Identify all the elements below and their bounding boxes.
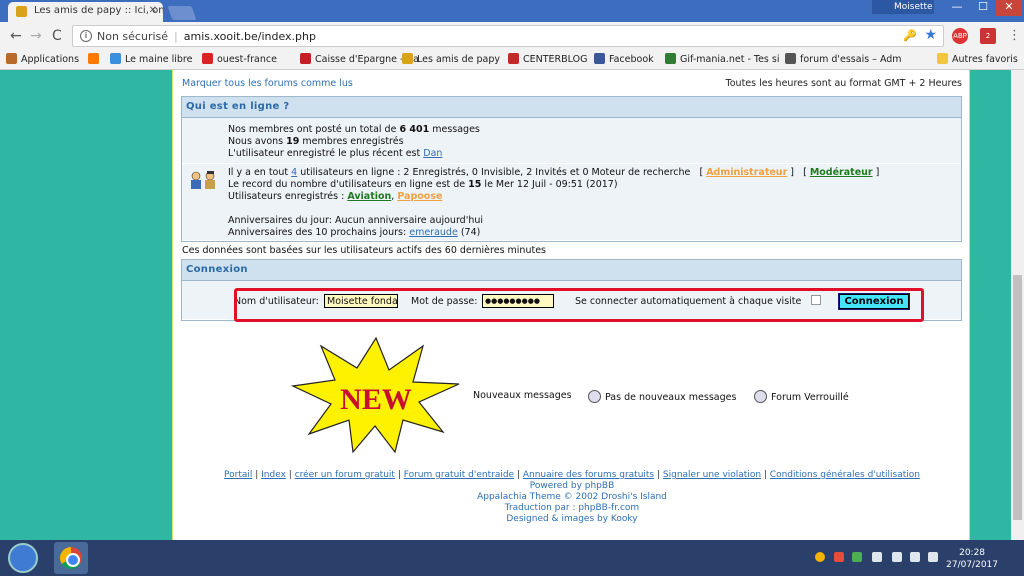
bookmark-item[interactable]: [88, 53, 103, 65]
taskbar-clock[interactable]: 20:28 27/07/2017: [946, 547, 998, 571]
folder-icon: [937, 53, 948, 64]
tray-flag-icon[interactable]: [892, 552, 902, 562]
bookmark-favicon-icon: [508, 53, 519, 64]
birthday-user-link[interactable]: emeraude: [409, 227, 458, 238]
scrollbar-thumb[interactable]: [1013, 275, 1022, 520]
other-bookmarks[interactable]: Autres favoris: [937, 53, 1018, 65]
url-bar[interactable]: i Non sécurisé | amis.xooit.be/index.php 🔑…: [72, 25, 944, 47]
info-icon[interactable]: i: [80, 30, 92, 42]
browser-titlebar: Les amis de papy :: Ici, on ✕ Moisette —…: [0, 0, 1024, 22]
bookmark-favicon-icon: [110, 53, 121, 64]
login-title: Connexion: [182, 260, 961, 281]
who-online-panel: Qui est en ligne ? Nos membres ont posté…: [181, 96, 962, 242]
bookmark-item[interactable]: Le maine libre: [110, 53, 192, 65]
bookmark-favicon-icon: [300, 53, 311, 64]
forum-page: Marquer tous les forums comme lus Toutes…: [172, 70, 970, 540]
legend-no-new: Pas de nouveaux messages: [588, 390, 736, 403]
footer: Portail | Index | créer un forum gratuit…: [173, 470, 971, 525]
start-button-icon[interactable]: [8, 543, 38, 573]
design-credit: Designed & images by Kooky: [506, 514, 638, 524]
legend-locked: Forum Verrouillé: [754, 390, 849, 403]
clock-date: 27/07/2017: [946, 560, 998, 570]
security-label: Non sécurisé: [97, 30, 169, 43]
footer-link[interactable]: Annuaire des forums gratuits: [523, 470, 654, 480]
bookmark-item[interactable]: ouest-france: [202, 53, 277, 65]
tray-windows-icon[interactable]: [872, 552, 882, 562]
footer-link[interactable]: Forum gratuit d'entraide: [404, 470, 514, 480]
tab-close-icon[interactable]: ✕: [149, 5, 157, 16]
bookmark-favicon-icon: [594, 53, 605, 64]
tray-volume-icon[interactable]: [910, 552, 920, 562]
tray-network-icon[interactable]: [852, 552, 862, 562]
close-window-button[interactable]: ✕: [996, 0, 1022, 16]
red-highlight-annotation: [234, 288, 924, 322]
user-papoose-link[interactable]: Papoose: [397, 191, 442, 202]
moderator-legend-link[interactable]: Modérateur: [810, 167, 873, 178]
who-online-title: Qui est en ligne ?: [182, 97, 961, 118]
back-icon[interactable]: ←: [10, 28, 22, 44]
admin-legend-link[interactable]: Administrateur: [706, 167, 787, 178]
tab-title: Les amis de papy :: Ici, on: [34, 5, 163, 16]
clock-time: 20:28: [959, 548, 986, 558]
new-badge-icon: NEW: [291, 336, 460, 454]
locked-forum-icon: [754, 390, 767, 403]
bookmark-favicon-icon: [6, 53, 17, 64]
data-note: Ces données sont basées sur les utilisat…: [182, 245, 546, 256]
tray-app-icon[interactable]: [815, 552, 825, 562]
post-count: 6 401: [399, 124, 430, 135]
theme-credit: Appalachia Theme © 2002 Droshi's Island: [477, 492, 667, 502]
bookmark-item[interactable]: forum d'essais – Adm: [785, 53, 902, 65]
extension-icon[interactable]: 2: [980, 28, 996, 44]
bookmark-favicon-icon: [785, 53, 796, 64]
maximize-button[interactable]: ☐: [970, 0, 996, 16]
member-count: 19: [286, 136, 300, 147]
users-online-icon: [191, 171, 215, 189]
new-badge-text: NEW: [340, 383, 412, 416]
forward-icon[interactable]: →: [30, 28, 42, 44]
address-toolbar: ← → C i Non sécurisé | amis.xooit.be/index…: [0, 22, 1024, 50]
windows-taskbar: 20:28 27/07/2017: [0, 540, 1024, 576]
mark-all-read-link[interactable]: Marquer tous les forums comme lus: [182, 78, 353, 89]
tray-display-icon[interactable]: [928, 552, 938, 562]
timezone-text: Toutes les heures sont au format GMT + 2…: [725, 78, 962, 89]
footer-links: Portail | Index | créer un forum gratuit…: [224, 470, 920, 480]
footer-link[interactable]: créer un forum gratuit: [295, 470, 395, 480]
url-text[interactable]: amis.xooit.be/index.php: [184, 30, 316, 43]
bookmarks-bar: Applications Le maine libre ouest-france Ca…: [0, 50, 1024, 70]
browser-tab[interactable]: Les amis de papy :: Ici, on ✕: [8, 2, 163, 22]
chrome-taskbar-icon[interactable]: [54, 542, 88, 574]
bookmark-favicon-icon: [665, 53, 676, 64]
reload-icon[interactable]: C: [52, 28, 62, 44]
bookmark-favicon-icon: [202, 53, 213, 64]
newest-user-link[interactable]: Dan: [423, 148, 442, 159]
footer-link[interactable]: Portail: [224, 470, 252, 480]
tray-extension-icon[interactable]: [834, 552, 844, 562]
menu-icon[interactable]: ⋮: [1008, 28, 1021, 43]
legend-new-messages: Nouveaux messages: [473, 390, 572, 401]
bookmark-item[interactable]: Applications: [6, 53, 79, 65]
profile-button[interactable]: Moisette: [872, 0, 934, 14]
bookmark-favicon-icon: [402, 53, 413, 64]
new-tab-button[interactable]: [167, 6, 197, 20]
footer-link[interactable]: Signaler une violation: [663, 470, 761, 480]
footer-link[interactable]: Index: [261, 470, 286, 480]
no-new-messages-icon: [588, 390, 601, 403]
translation-credit: Traduction par : phpBB-fr.com: [504, 503, 640, 513]
bookmark-item[interactable]: CENTERBLOG: [508, 53, 587, 65]
bookmark-item[interactable]: Les amis de papy: [402, 53, 500, 65]
site-favicon-icon: [16, 6, 27, 17]
key-icon[interactable]: 🔑: [903, 29, 917, 42]
user-aviation-link[interactable]: Aviation: [347, 191, 391, 202]
birthdays-today: Anniversaires du jour: Aucun anniversair…: [228, 215, 484, 226]
minimize-button[interactable]: —: [944, 0, 970, 16]
bookmark-item[interactable]: Gif-mania.net - Tes si: [665, 53, 779, 65]
powered-by: Powered by phpBB: [529, 481, 615, 491]
footer-link[interactable]: Conditions générales d'utilisation: [770, 470, 920, 480]
bookmark-item[interactable]: Facebook: [594, 53, 654, 65]
bookmark-star-icon[interactable]: ★: [924, 27, 937, 43]
bookmark-favicon-icon: [88, 53, 99, 64]
adblock-extension-icon[interactable]: ABP: [952, 28, 968, 44]
